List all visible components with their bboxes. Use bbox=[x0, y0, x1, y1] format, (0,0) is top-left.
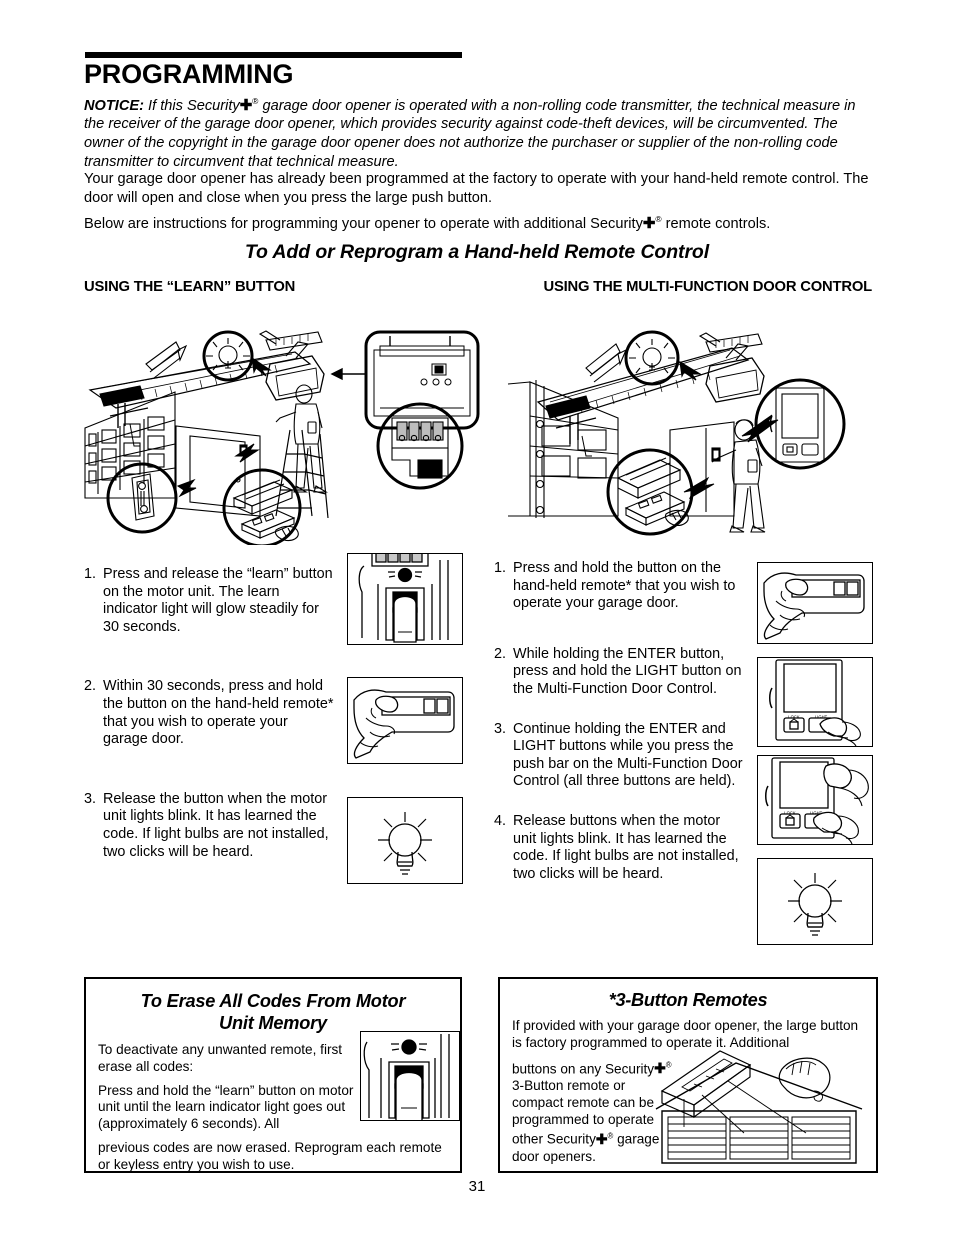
notice-text-part1: If this Security bbox=[144, 97, 240, 114]
notice-label: NOTICE: bbox=[84, 97, 144, 114]
erase-codes-title: To Erase All Codes From Motor Unit Memor… bbox=[100, 990, 446, 1034]
intro-paragraph-2-post: remote controls. bbox=[661, 215, 771, 232]
list-item: 3. Release the button when the motor uni… bbox=[84, 791, 334, 861]
step-text: Release the button when the motor unit l… bbox=[103, 790, 329, 860]
illustration-garage-learn-button bbox=[80, 320, 480, 545]
erase-codes-title-line1: To Erase All Codes From Motor bbox=[140, 991, 406, 1011]
step-number: 1. bbox=[84, 566, 97, 582]
step-text: Release buttons when the motor unit ligh… bbox=[513, 812, 739, 882]
step-number: 2. bbox=[84, 678, 97, 695]
erase-codes-paragraph-3: previous codes are now erased. Reprogram… bbox=[98, 1139, 442, 1172]
security-plus-mark: ✚® bbox=[239, 96, 259, 114]
security-plus-mark: ✚® bbox=[642, 214, 662, 232]
security-cross-icon: ✚ bbox=[595, 1130, 608, 1147]
thumbnail-motor-unit-learn-button bbox=[347, 553, 463, 645]
three-button-remotes-title: *3-Button Remotes bbox=[608, 990, 768, 1010]
thumbnail-hand-pressing-remote bbox=[757, 562, 873, 644]
erase-codes-paragraph-1: To deactivate any unwanted remote, first… bbox=[98, 1042, 343, 1074]
list-item: 2. While holding the ENTER button, press… bbox=[494, 646, 744, 699]
lock-button-label: LOCK bbox=[784, 811, 796, 816]
steps-list-door-control: 1. Press and hold the button on the hand… bbox=[494, 560, 744, 883]
intro-paragraph-1: Your garage door opener has already been… bbox=[84, 171, 869, 206]
notice-paragraph: NOTICE: If this Security✚® garage door o… bbox=[84, 92, 874, 171]
lock-button-label: LOCK bbox=[788, 715, 800, 720]
three-button-paragraph-2a: buttons on any Security bbox=[512, 1061, 655, 1077]
illustration-garage-door-control bbox=[500, 320, 890, 545]
illustration-garage-with-remotes bbox=[654, 1047, 866, 1165]
intro-paragraph-2: Below are instructions for programming y… bbox=[84, 210, 874, 233]
manual-page: PROGRAMMING NOTICE: If this Security✚® g… bbox=[0, 0, 954, 1235]
step-number: 1. bbox=[494, 560, 507, 576]
thumbnail-light-bulb-blinking bbox=[757, 858, 873, 945]
erase-codes-title-line2: Unit Memory bbox=[219, 1013, 327, 1033]
thumbnail-hand-pressing-remote bbox=[347, 677, 463, 764]
light-button-label: LIGHT bbox=[815, 715, 828, 720]
list-item: 4. Release buttons when the motor unit l… bbox=[494, 813, 744, 883]
step-text: Press and hold the button on the hand-he… bbox=[513, 560, 736, 612]
erase-codes-paragraph-2: Press and hold the “learn” button on mot… bbox=[98, 1082, 354, 1132]
list-item: 3. Continue holding the ENTER and LIGHT … bbox=[494, 721, 744, 791]
step-text: While holding the ENTER button, press an… bbox=[513, 645, 742, 697]
step-text: Continue holding the ENTER and LIGHT but… bbox=[513, 720, 743, 790]
thumbnail-erase-learn-button bbox=[360, 1031, 460, 1121]
page-number: 31 bbox=[468, 1178, 486, 1195]
list-item: 1. Press and release the “learn” button … bbox=[84, 566, 334, 636]
header-rule bbox=[85, 52, 462, 58]
step-number: 3. bbox=[84, 790, 97, 807]
security-plus-mark: ✚® bbox=[595, 1130, 613, 1147]
thumbnail-door-control-push-bar: LOCK LIGHT bbox=[757, 755, 873, 845]
page-title: PROGRAMMING bbox=[84, 59, 294, 89]
intro-paragraph-2-pre: Below are instructions for programming y… bbox=[84, 215, 643, 232]
step-number: 4. bbox=[494, 812, 507, 829]
thumbnail-door-control-light-button: LOCK LIGHT bbox=[757, 657, 873, 747]
step-text: Within 30 seconds, press and hold the bu… bbox=[103, 678, 334, 748]
thumbnail-light-bulb-blinking bbox=[347, 797, 463, 884]
step-number: 2. bbox=[494, 645, 507, 662]
steps-list-learn-button: 1. Press and release the “learn” button … bbox=[84, 566, 334, 861]
list-item: 2. Within 30 seconds, press and hold the… bbox=[84, 678, 334, 748]
section-heading: To Add or Reprogram a Hand-held Remote C… bbox=[244, 241, 710, 263]
column-heading-door-control: USING THE MULTI-FUNCTION DOOR CONTROL bbox=[543, 279, 872, 295]
step-text: Press and release the “learn” button on … bbox=[103, 566, 333, 635]
list-item: 1. Press and hold the button on the hand… bbox=[494, 560, 744, 613]
step-number: 3. bbox=[494, 720, 507, 737]
security-cross-icon: ✚ bbox=[642, 215, 656, 232]
security-cross-icon: ✚ bbox=[239, 97, 253, 114]
column-heading-learn-button: USING THE “LEARN” BUTTON bbox=[84, 279, 296, 295]
